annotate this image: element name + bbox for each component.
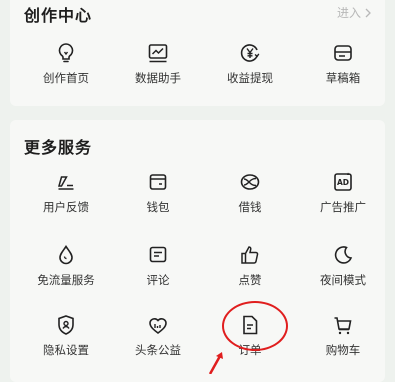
highlight-circle	[222, 301, 288, 351]
lightbulb-icon	[54, 41, 78, 65]
borrow-money-item[interactable]: 借钱	[205, 170, 295, 215]
creator-home-label: 创作首页	[43, 71, 89, 85]
shopping-cart-item[interactable]: 购物车	[298, 313, 388, 358]
data-assistant-item[interactable]: 数据助手	[113, 41, 203, 86]
charity-icon	[146, 313, 170, 337]
creator-center-title: 创作中心	[24, 6, 93, 25]
yuan-icon	[238, 41, 262, 65]
enter-label: 进入	[336, 6, 361, 20]
moon-icon	[331, 243, 355, 267]
cart-icon	[331, 313, 355, 337]
toutiao-charity-item[interactable]: 头条公益	[113, 313, 203, 358]
toutiao-charity-label: 头条公益	[135, 343, 181, 357]
wallet-item[interactable]: 钱包	[113, 170, 203, 215]
comments-label: 评论	[146, 273, 170, 287]
creator-center-enter-link[interactable]: 进入	[337, 4, 371, 21]
free-data-service-item[interactable]: 免流量服务	[21, 243, 111, 288]
privacy-settings-label: 隐私设置	[43, 343, 89, 357]
drafts-item[interactable]: 草稿箱	[298, 41, 388, 86]
ad-promotion-label: 广告推广	[320, 200, 366, 214]
drafts-label: 草稿箱	[325, 71, 361, 85]
shopping-cart-label: 购物车	[325, 343, 361, 357]
likes-label: 点赞	[238, 273, 262, 287]
earnings-withdraw-item[interactable]: 收益提现	[205, 41, 295, 86]
creator-center-card: 创作中心 进入 创作首页 数据助手 收益提现 草稿箱	[10, 0, 385, 106]
data-assistant-label: 数据助手	[135, 71, 181, 85]
comment-icon	[146, 243, 170, 267]
privacy-settings-item[interactable]: 隐私设置	[21, 313, 111, 358]
wallet-label: 钱包	[146, 200, 170, 214]
creator-home-item[interactable]: 创作首页	[21, 41, 111, 86]
drop-icon	[54, 243, 78, 267]
ad-promotion-item[interactable]: AD 广告推广	[298, 170, 388, 215]
borrow-icon	[238, 170, 262, 194]
shield-icon	[54, 313, 78, 337]
night-mode-label: 夜间模式	[320, 273, 366, 287]
more-services-title: 更多服务	[24, 138, 93, 157]
chevron-right-icon	[365, 8, 371, 17]
night-mode-item[interactable]: 夜间模式	[298, 243, 388, 288]
earnings-withdraw-label: 收益提现	[227, 71, 273, 85]
feedback-pen-icon	[54, 170, 78, 194]
drafts-icon	[331, 41, 355, 65]
likes-item[interactable]: 点赞	[205, 243, 295, 288]
chart-icon	[146, 41, 170, 65]
borrow-money-label: 借钱	[238, 200, 262, 214]
ad-icon: AD	[331, 170, 355, 194]
user-feedback-label: 用户反馈	[43, 200, 89, 214]
free-data-service-label: 免流量服务	[37, 273, 95, 287]
user-feedback-item[interactable]: 用户反馈	[21, 170, 111, 215]
svg-text:AD: AD	[337, 178, 349, 187]
wallet-icon	[146, 170, 170, 194]
thumbs-up-icon	[238, 243, 262, 267]
more-services-card: 更多服务 用户反馈 钱包 借钱 AD 广告推广 免流量服务 评论 点赞 夜间模式…	[10, 120, 385, 382]
annotation-arrow	[208, 352, 223, 374]
comments-item[interactable]: 评论	[113, 243, 203, 288]
